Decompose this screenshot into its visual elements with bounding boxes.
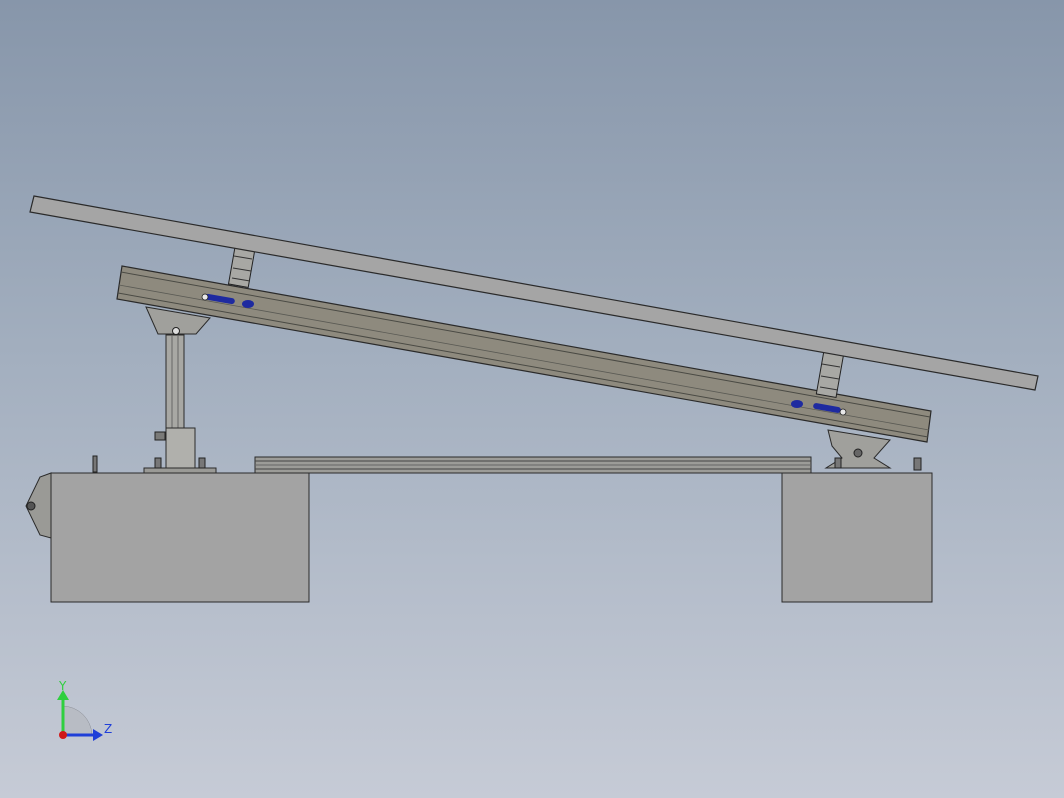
- orientation-triad: Y Z: [57, 679, 112, 741]
- model-scene[interactable]: Y Z: [0, 0, 1064, 798]
- left-support-post[interactable]: [143, 334, 217, 474]
- x-axis-dot: [59, 731, 67, 739]
- triad-plane-indicator: [61, 705, 93, 736]
- triad-z-label: Z: [104, 722, 112, 736]
- ground-rail[interactable]: [254, 456, 812, 474]
- cad-viewport[interactable]: Y Z: [0, 0, 1064, 798]
- right-panel-clamp[interactable]: [815, 350, 845, 398]
- right-concrete-block[interactable]: [781, 472, 933, 603]
- left-concrete-block[interactable]: [50, 472, 310, 603]
- left-side-bracket[interactable]: [25, 472, 52, 539]
- triad-y-label: Y: [58, 679, 67, 693]
